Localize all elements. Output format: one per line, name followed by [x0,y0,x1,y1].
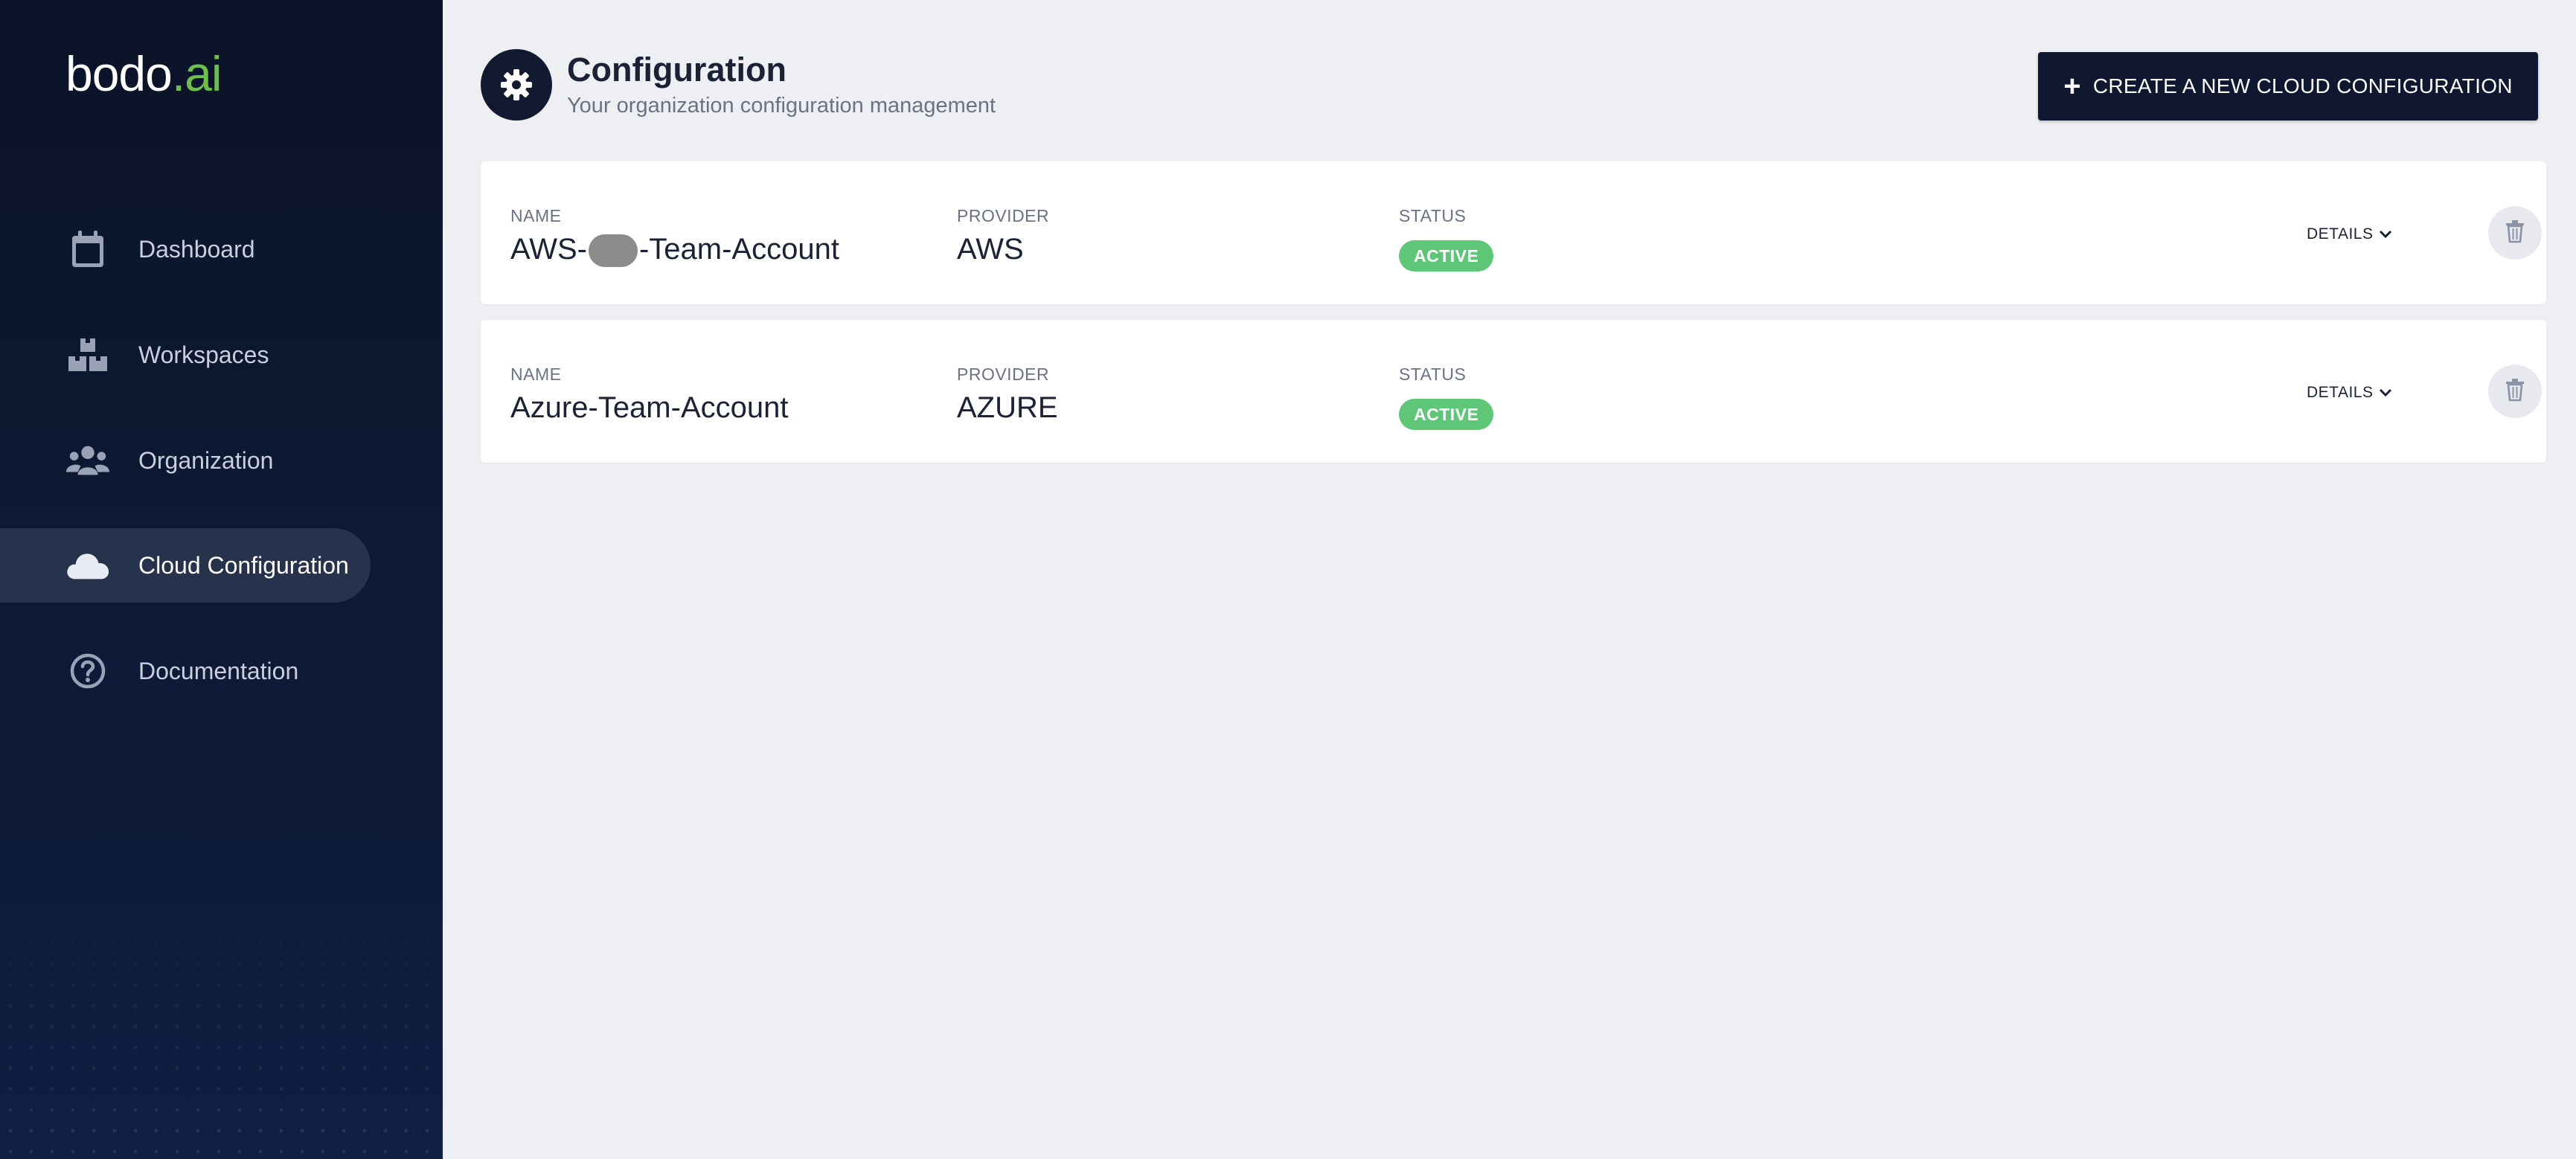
sidebar-item-label: Dashboard [138,235,255,263]
status-badge: ACTIVE [1399,240,1494,272]
chevron-down-icon [2379,230,2392,239]
status-label: STATUS [1399,206,1467,225]
calendar-icon [65,227,110,272]
details-label: DETAILS [2307,225,2374,243]
sidebar-item-dashboard[interactable]: Dashboard [0,212,255,286]
delete-button[interactable] [2488,206,2542,260]
trash-icon [2505,378,2525,405]
sidebar-item-organization[interactable]: Organization [0,423,273,498]
create-button-label: CREATE A NEW CLOUD CONFIGURATION [2092,74,2513,97]
chevron-down-icon [2379,388,2392,397]
page-subtitle: Your organization configuration manageme… [567,94,996,118]
page-title: Configuration [567,51,786,89]
sidebar-item-label: Organization [138,446,274,474]
configuration-card: NAME Azure-Team-Account PROVIDER AZURE S… [481,320,2546,463]
details-button[interactable]: DETAILS [2307,219,2392,249]
create-cloud-configuration-button[interactable]: + CREATE A NEW CLOUD CONFIGURATION [2038,52,2538,121]
sidebar-item-workspaces[interactable]: Workspaces [0,318,269,392]
provider-value: AZURE [957,391,1058,424]
details-label: DETAILS [2307,384,2374,401]
provider-label: PROVIDER [957,206,1050,225]
cloud-icon [65,543,110,588]
blocks-icon [65,333,110,377]
sidebar: bodo.ai Dashboard Workspaces Organizatio… [0,0,443,1159]
details-button[interactable]: DETAILS [2307,378,2392,408]
users-icon [65,438,110,483]
redacted-text [588,234,638,268]
sidebar-item-cloud-configuration[interactable]: Cloud Configuration [0,528,371,603]
configuration-name: AWS- -Team-Account [510,233,839,268]
provider-value: AWS [957,233,1024,266]
gear-icon [481,49,552,121]
main-content: Configuration Your organization configur… [443,0,2576,1159]
logo-dot: . [171,46,185,101]
trash-icon [2505,219,2525,247]
name-suffix: -Team-Account [638,233,839,266]
delete-button[interactable] [2488,365,2542,418]
logo-main: bodo [65,46,173,101]
configuration-card: NAME AWS- -Team-Account PROVIDER AWS STAT… [481,161,2546,304]
name-label: NAME [510,365,562,384]
sidebar-item-label: Documentation [138,657,299,684]
sidebar-item-documentation[interactable]: Documentation [0,634,298,708]
help-circle-icon [65,649,110,693]
logo-suffix: ai [185,46,222,101]
sidebar-item-label: Workspaces [138,341,269,368]
sidebar-item-label: Cloud Configuration [138,551,349,579]
configuration-name: Azure-Team-Account [510,391,789,424]
plus-icon: + [2063,70,2081,103]
name-prefix: AWS- [510,233,587,266]
status-badge: ACTIVE [1399,399,1494,430]
provider-label: PROVIDER [957,365,1050,384]
app-root: bodo.ai Dashboard Workspaces Organizatio… [0,0,2576,1159]
name-label: NAME [510,206,562,225]
bodo-logo[interactable]: bodo.ai [65,49,222,98]
sidebar-dot-pattern [0,891,443,1159]
status-label: STATUS [1399,365,1467,384]
